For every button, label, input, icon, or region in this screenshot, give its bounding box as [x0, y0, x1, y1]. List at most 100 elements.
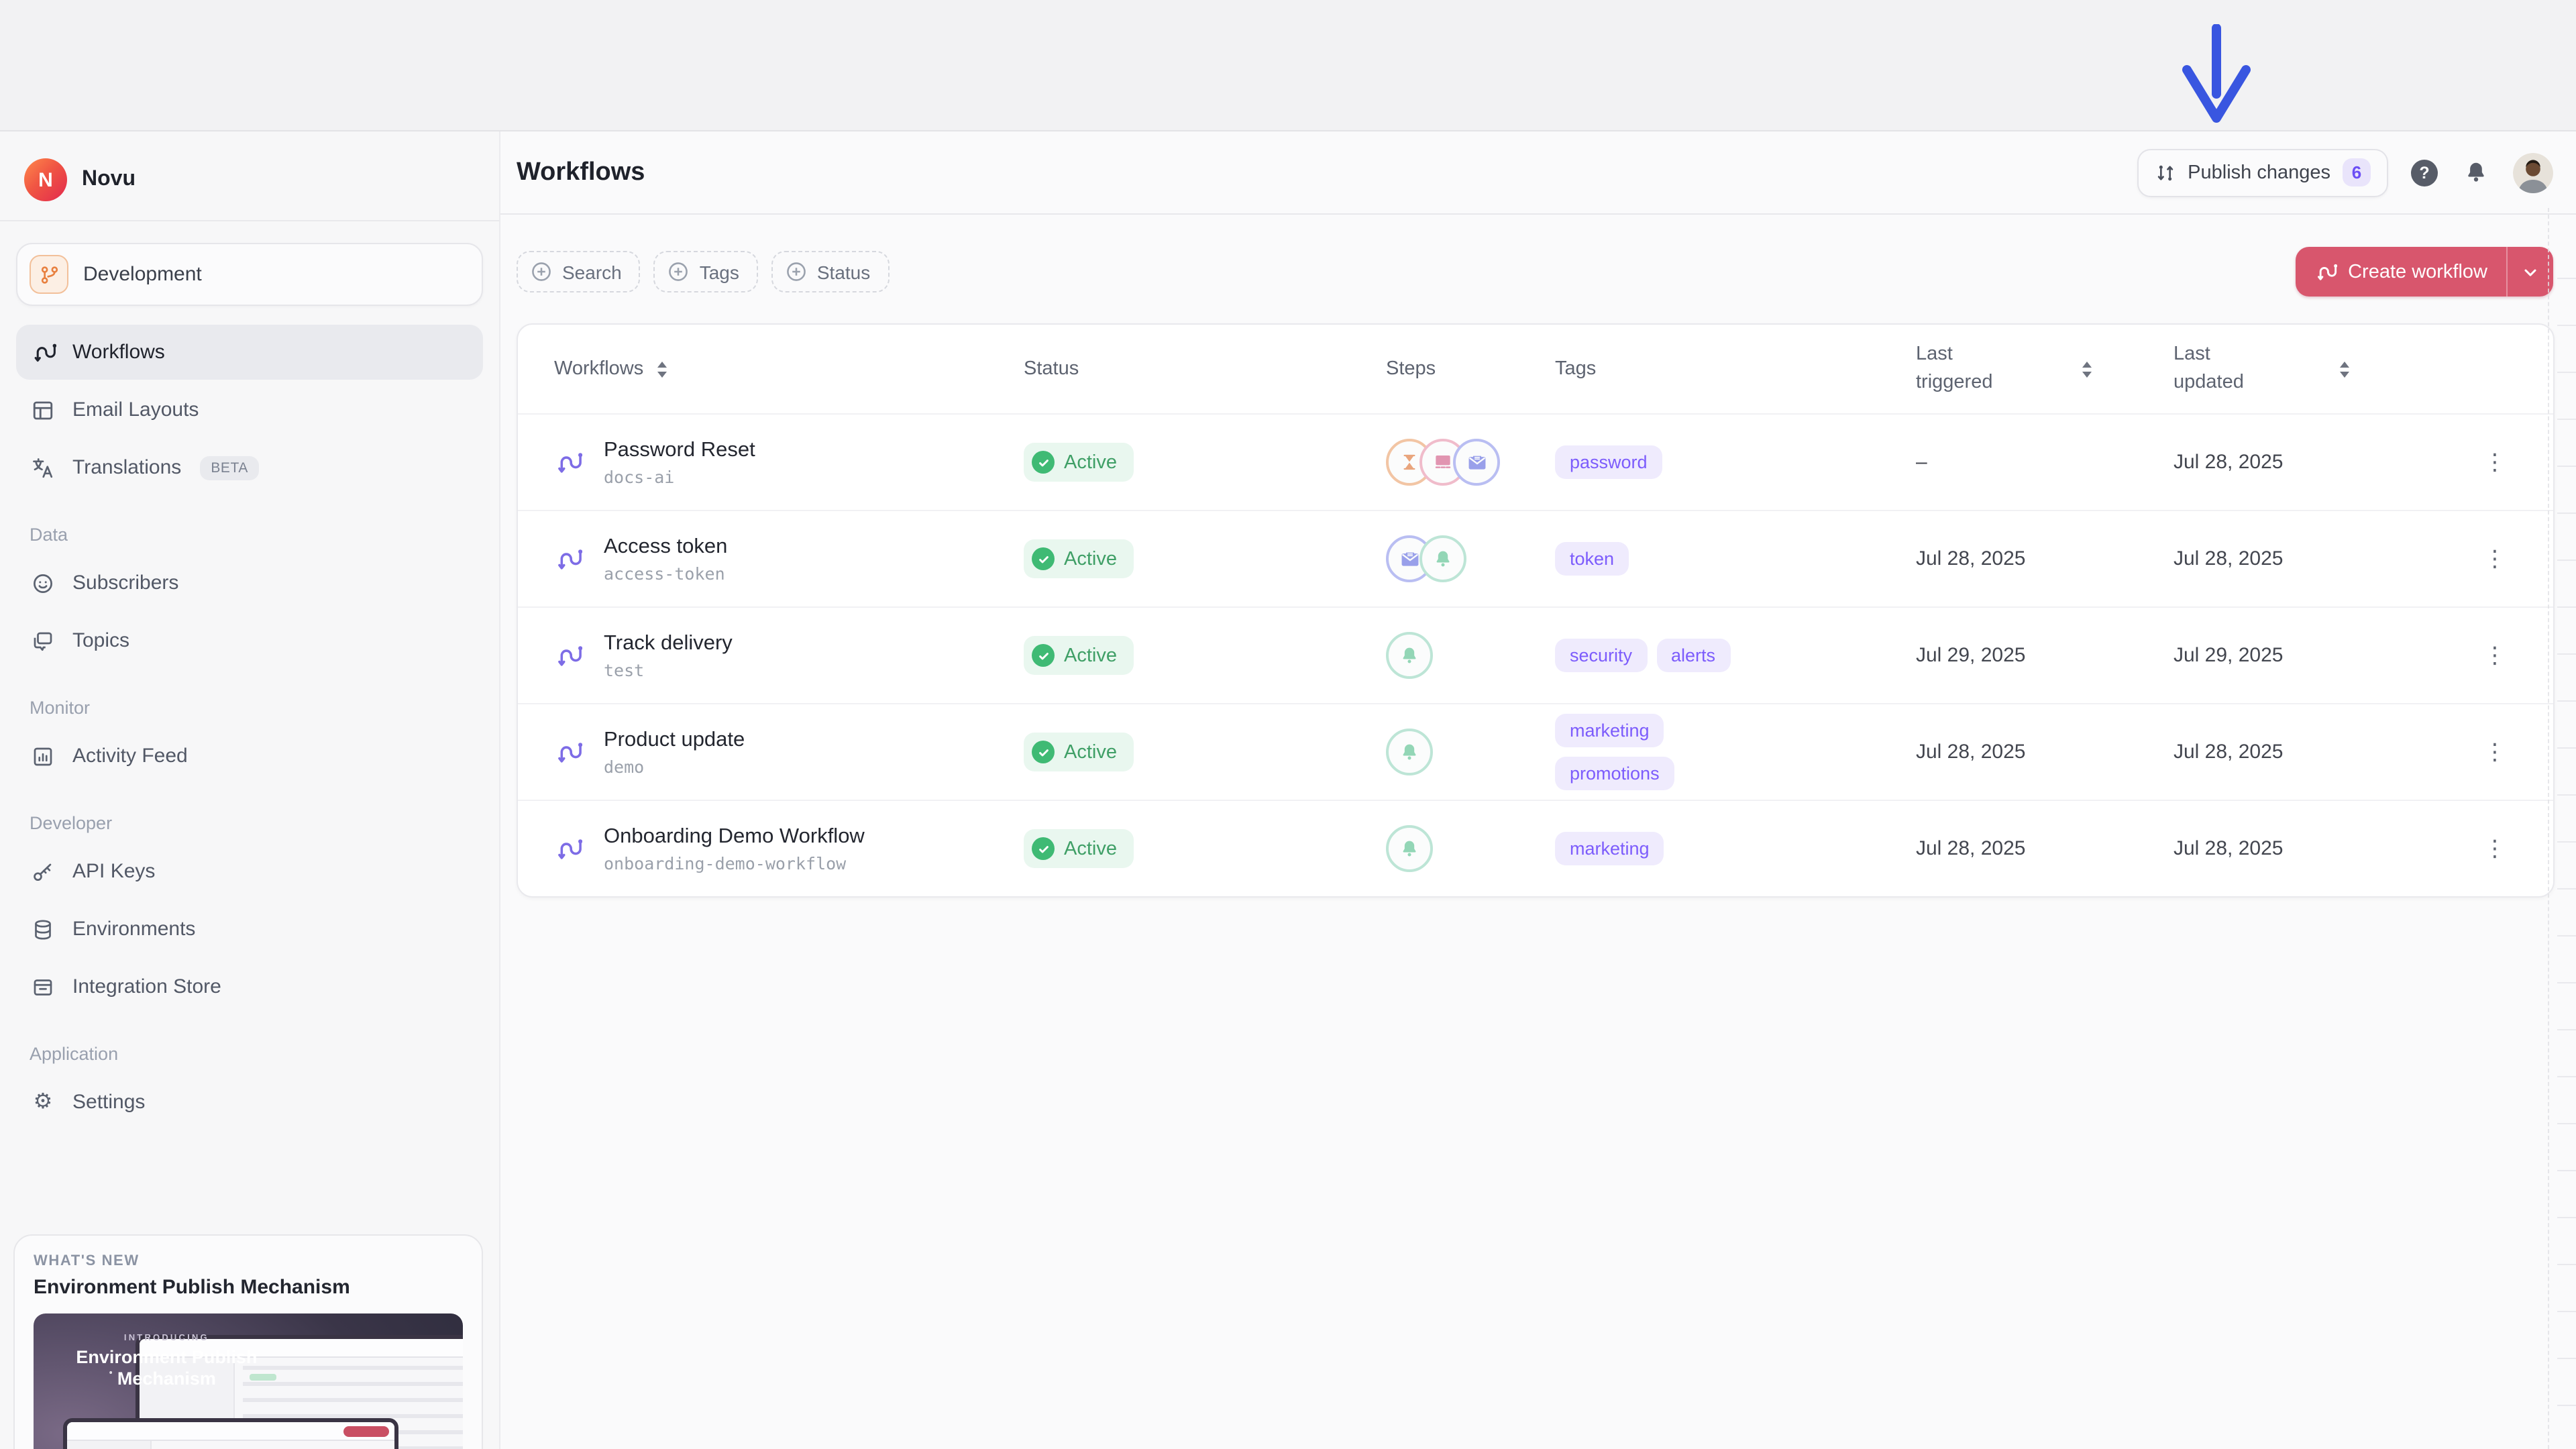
brand-name: Novu — [82, 168, 136, 192]
sidebar-item-subscribers[interactable]: Subscribers — [16, 555, 483, 610]
tags-filter-chip[interactable]: Tags — [654, 251, 758, 292]
brand-row: N Novu — [16, 150, 483, 220]
check-icon — [1032, 451, 1055, 474]
sidebar-item-activity-feed[interactable]: Activity Feed — [16, 729, 483, 784]
workflows-table: Workflows Status Steps Tags — [517, 323, 2555, 898]
sidebar: N Novu Development — [0, 131, 500, 1449]
sort-icon[interactable] — [655, 360, 667, 378]
row-menu-button[interactable]: ⋮ — [2475, 442, 2516, 482]
sidebar-item-label: Environments — [72, 918, 195, 941]
workflow-slug: access-token — [604, 564, 727, 584]
publish-changes-label: Publish changes — [2188, 162, 2330, 183]
check-icon — [1032, 741, 1055, 763]
novu-logo-icon: N — [24, 158, 67, 201]
sidebar-item-api-keys[interactable]: API Keys — [16, 844, 483, 899]
check-icon — [1032, 644, 1055, 667]
section-title-monitor: Monitor — [30, 698, 470, 718]
sidebar-item-label: Subscribers — [72, 572, 178, 594]
whats-new-image: INTRODUCING Environment Publish Mechanis… — [34, 1313, 463, 1449]
inapp-step-icon — [1386, 825, 1433, 872]
chevron-down-icon[interactable] — [2506, 247, 2553, 297]
whats-new-card[interactable]: WHAT'S NEW Environment Publish Mechanism… — [13, 1234, 483, 1449]
table-row[interactable]: Product update demo Active — [518, 703, 2553, 800]
sidebar-item-settings[interactable]: ⚙ Settings — [16, 1075, 483, 1130]
table-row[interactable]: Access token access-token Active — [518, 510, 2553, 606]
sidebar-item-translations[interactable]: Translations BETA — [16, 440, 483, 495]
workflow-icon — [554, 738, 582, 766]
inapp-step-icon — [1386, 632, 1433, 679]
table-row[interactable]: Onboarding Demo Workflow onboarding-demo… — [518, 800, 2553, 896]
bar-chart-icon — [30, 743, 56, 769]
whats-new-title: Environment Publish Mechanism — [34, 1276, 463, 1299]
row-menu-button[interactable]: ⋮ — [2475, 539, 2516, 579]
store-icon — [30, 973, 56, 1000]
inapp-step-icon — [1419, 535, 1466, 582]
page-header: Workflows Publish changes 6 — [500, 131, 2576, 215]
tag-pill: password — [1555, 445, 1662, 479]
create-workflow-button[interactable]: Create workflow — [2296, 247, 2553, 297]
sort-icon[interactable] — [2339, 360, 2351, 378]
app-window: N Novu Development — [0, 131, 2576, 1449]
create-workflow-label: Create workflow — [2348, 261, 2487, 282]
workflow-slug: docs-ai — [604, 467, 755, 487]
column-header-workflows[interactable]: Workflows — [554, 358, 1024, 380]
whats-new-label: WHAT'S NEW — [34, 1253, 463, 1269]
column-header-tags: Tags — [1555, 358, 1916, 380]
tag-pill: promotions — [1555, 757, 1674, 790]
sidebar-item-label: Topics — [72, 629, 129, 652]
last-triggered-value: Jul 28, 2025 — [1916, 837, 2174, 860]
sidebar-item-email-layouts[interactable]: Email Layouts — [16, 382, 483, 437]
page-title: Workflows — [517, 158, 645, 187]
last-updated-value: Jul 28, 2025 — [2174, 547, 2475, 570]
row-menu-button[interactable]: ⋮ — [2475, 828, 2516, 869]
status-badge: Active — [1024, 829, 1133, 868]
last-updated-value: Jul 29, 2025 — [2174, 644, 2475, 667]
sidebar-item-integration-store[interactable]: Integration Store — [16, 959, 483, 1014]
sidebar-item-workflows[interactable]: Workflows — [16, 325, 483, 380]
tags-filter-label: Tags — [700, 261, 739, 282]
sidebar-item-environments[interactable]: Environments — [16, 902, 483, 957]
sidebar-item-label: Integration Store — [72, 975, 221, 998]
tags-cell: token — [1555, 542, 1786, 576]
workflow-icon — [554, 641, 582, 669]
help-icon[interactable]: ? — [2411, 159, 2438, 186]
plus-circle-icon — [785, 260, 808, 283]
row-menu-button[interactable]: ⋮ — [2475, 635, 2516, 676]
status-badge: Active — [1024, 539, 1133, 578]
table-row[interactable]: Track delivery test Active — [518, 606, 2553, 703]
workflow-icon — [554, 545, 582, 573]
bell-icon[interactable] — [2461, 158, 2490, 187]
divider — [0, 220, 499, 221]
promo-title: Environment Publish Mechanism — [34, 1347, 300, 1391]
last-triggered-value: Jul 29, 2025 — [1916, 644, 2174, 667]
gear-icon: ⚙ — [30, 1089, 56, 1116]
steps-cell — [1386, 632, 1555, 679]
last-updated-value: Jul 28, 2025 — [2174, 451, 2475, 474]
workflow-name: Access token — [604, 534, 727, 560]
column-header-last-updated[interactable]: Last updated — [2174, 341, 2475, 397]
publish-changes-button[interactable]: Publish changes 6 — [2137, 148, 2388, 197]
sidebar-item-label: Activity Feed — [72, 745, 188, 767]
tags-cell: security alerts — [1555, 639, 1786, 672]
user-avatar[interactable] — [2513, 152, 2553, 193]
sidebar-item-label: Workflows — [72, 341, 165, 364]
tag-pill: alerts — [1656, 639, 1730, 672]
workflow-name: Product update — [604, 727, 745, 753]
environment-picker[interactable]: Development — [16, 243, 483, 306]
section-title-developer: Developer — [30, 813, 470, 833]
search-filter-chip[interactable]: Search — [517, 251, 641, 292]
table-row[interactable]: Password Reset docs-ai Active — [518, 413, 2553, 510]
row-menu-button[interactable]: ⋮ — [2475, 732, 2516, 772]
sort-icon[interactable] — [2081, 360, 2093, 378]
chat-icon — [30, 627, 56, 654]
workflow-icon — [30, 339, 56, 366]
sidebar-item-topics[interactable]: Topics — [16, 613, 483, 668]
column-header-status: Status — [1024, 358, 1386, 380]
filter-row: Search Tags — [500, 215, 2576, 297]
plus-circle-icon — [530, 260, 553, 283]
workflow-slug: test — [604, 660, 733, 680]
status-filter-chip[interactable]: Status — [771, 251, 889, 292]
column-header-last-triggered[interactable]: Last triggered — [1916, 341, 2174, 397]
last-updated-value: Jul 28, 2025 — [2174, 741, 2475, 763]
annotation-arrow-icon — [2176, 24, 2257, 156]
